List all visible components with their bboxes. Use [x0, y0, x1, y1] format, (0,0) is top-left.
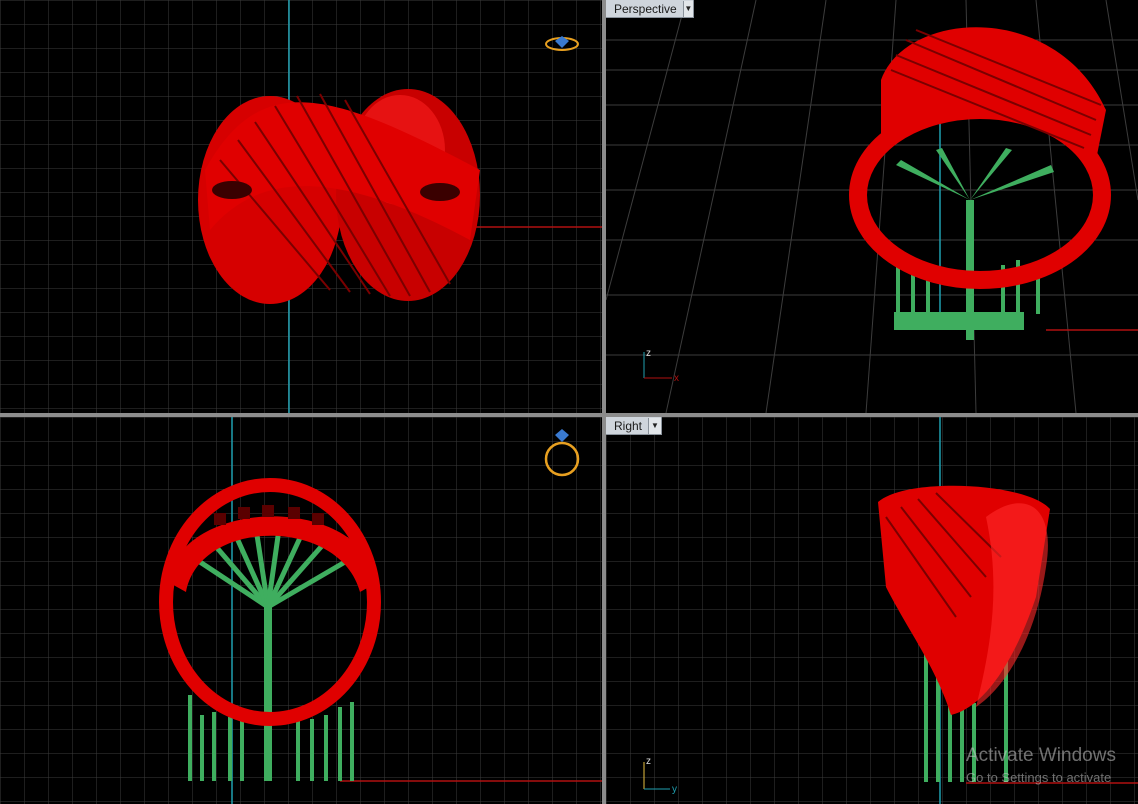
watermark-title: Activate Windows — [966, 745, 1116, 766]
viewport-tab-right[interactable]: Right ▼ — [606, 417, 662, 435]
watermark-subtitle: Go to Settings to activate — [966, 770, 1112, 785]
top-view-canvas — [0, 0, 602, 413]
viewport-label: Right — [614, 418, 643, 433]
axis-z-label: z — [646, 756, 651, 767]
axis-z-label: z — [646, 348, 651, 359]
viewport-front[interactable] — [0, 417, 602, 804]
viewport-label: Perspective — [614, 1, 677, 16]
front-view-canvas — [0, 417, 602, 804]
viewport-divider-vertical[interactable] — [602, 0, 606, 804]
dropdown-arrow-icon[interactable]: ▼ — [682, 0, 693, 17]
supports-perspective — [894, 148, 1054, 340]
viewport-tab-perspective[interactable]: Perspective ▼ — [606, 0, 694, 18]
axis-x-label: x — [674, 373, 679, 384]
viewport-divider-horizontal[interactable] — [0, 413, 1138, 417]
viewport-perspective[interactable]: z x Perspective ▼ — [606, 0, 1138, 413]
viewport-top[interactable] — [0, 0, 602, 413]
dropdown-arrow-icon[interactable]: ▼ — [648, 417, 661, 434]
ring-model-perspective — [849, 27, 1111, 289]
perspective-canvas: z x — [606, 0, 1138, 413]
axis-y-label: y — [672, 784, 677, 795]
